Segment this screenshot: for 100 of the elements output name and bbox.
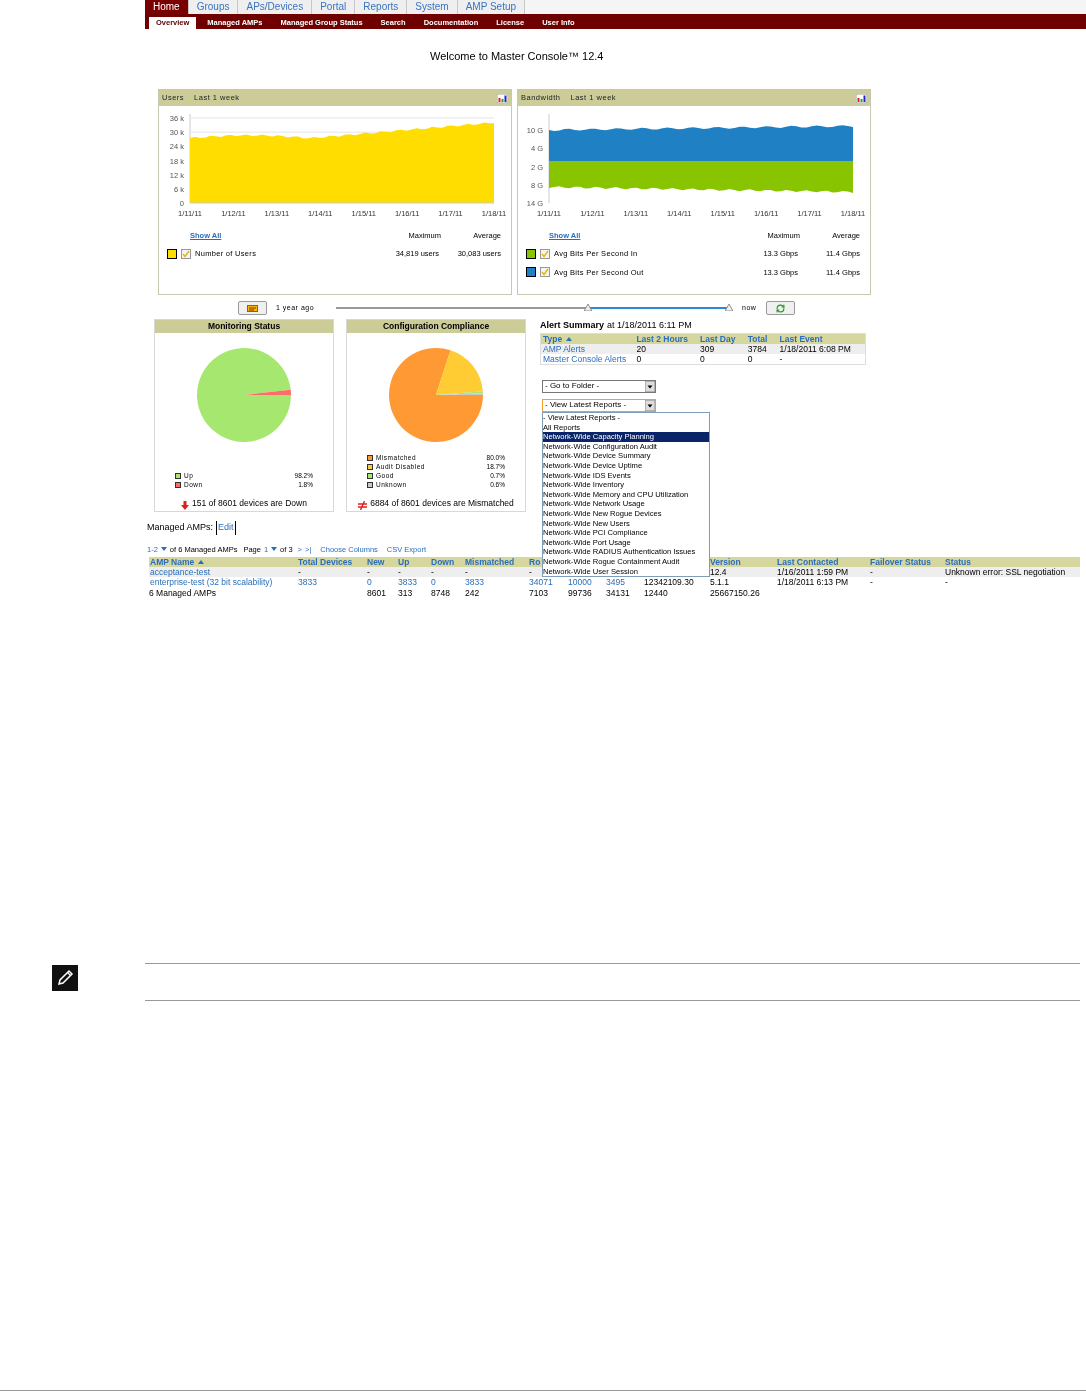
checkbox[interactable]: [540, 248, 550, 259]
refresh-button[interactable]: [766, 301, 795, 315]
table-cell: -: [465, 566, 468, 577]
table-cell: 25667150.26: [710, 587, 760, 598]
table-cell: 8748: [431, 587, 450, 598]
alert-summary-title: Alert Summary: [540, 319, 605, 332]
table-link[interactable]: 10000: [568, 577, 592, 588]
column-header[interactable]: Ro: [529, 556, 541, 567]
refresh-icon: [776, 303, 785, 313]
table-cell: -: [870, 566, 873, 577]
table-link[interactable]: 3833: [298, 577, 317, 588]
table-link[interactable]: 34071: [529, 577, 553, 588]
slider-thumb[interactable]: [725, 304, 733, 311]
caret-down-icon[interactable]: [271, 547, 278, 552]
table-cell: -: [945, 577, 948, 588]
nav-tab[interactable]: Reports: [355, 0, 408, 14]
table-cell: 34131: [606, 587, 630, 598]
column-header[interactable]: Up: [398, 556, 410, 567]
table-cell: 20: [636, 343, 646, 354]
table-cell: 12.4: [710, 566, 727, 577]
panel-title: Monitoring Status: [155, 320, 333, 333]
down-arrow-icon: [181, 501, 190, 510]
column-header[interactable]: Status: [945, 556, 971, 567]
table-cell: 313: [398, 587, 413, 598]
table-cell: 242: [465, 587, 480, 598]
table-link[interactable]: 0: [431, 577, 436, 588]
nav-tab[interactable]: Portal: [312, 0, 356, 14]
table-cell: 0: [700, 353, 705, 364]
column-header[interactable]: Total Devices: [298, 556, 353, 567]
table-cell: -: [529, 566, 532, 577]
slider-thumb[interactable]: [583, 304, 592, 311]
table-cell: Unknown error: SSL negotiation: [945, 566, 1066, 577]
table-cell: 7103: [529, 587, 548, 598]
table-cell: 0: [636, 353, 642, 364]
table-cell: 309: [700, 343, 715, 354]
welcome-title: Welcome to Master Console™ 12.4: [430, 50, 604, 62]
not-equal-icon: [358, 501, 368, 510]
column-header[interactable]: Last Day: [700, 333, 736, 344]
nav-tab[interactable]: AMP Setup: [457, 0, 526, 14]
checkbox[interactable]: [540, 267, 550, 278]
nav-tab[interactable]: Home: [145, 0, 189, 14]
table-cell: 1/18/2011 6:08 PM: [779, 343, 851, 354]
bar-chart-icon[interactable]: [497, 93, 508, 103]
calendar-icon: [247, 304, 258, 312]
table-link[interactable]: 3495: [606, 577, 625, 588]
table-link[interactable]: enterprise-test (32 bit scalability): [150, 577, 273, 588]
panel-title: Configuration Compliance: [347, 320, 525, 333]
table-link[interactable]: 3833: [465, 577, 484, 588]
table-link[interactable]: 0: [367, 577, 372, 588]
total-label: 6 Managed AMPs: [149, 587, 217, 598]
alert-summary-time: at 1/18/2011 6:11 PM: [607, 319, 692, 332]
column-header[interactable]: Type: [543, 333, 563, 344]
table-cell: 1/16/2011 1:59 PM: [777, 566, 849, 577]
table-cell: -: [398, 566, 401, 577]
table-cell: 99736: [568, 587, 592, 598]
table-cell: -: [298, 566, 301, 577]
sort-caret-icon: [198, 559, 205, 564]
pencil-icon: [52, 965, 78, 991]
calendar-button[interactable]: [238, 301, 267, 315]
nav-tab[interactable]: Groups: [188, 0, 239, 14]
column-header[interactable]: AMP Name: [150, 556, 195, 567]
column-header[interactable]: Failover Status: [870, 556, 931, 567]
sort-caret-icon: [566, 336, 573, 341]
summary-text: 151 of 8601 devices are Down: [192, 497, 307, 510]
dropdown-arrow-icon: [645, 380, 655, 392]
folder-select[interactable]: - Go to Folder -: [542, 379, 656, 393]
table-cell: 1/18/2011 6:13 PM: [777, 577, 849, 588]
table-cell: 5.1.1: [710, 577, 729, 588]
column-header[interactable]: Down: [431, 556, 455, 567]
dropdown-arrow-icon: [645, 399, 655, 411]
table-cell: 0: [747, 353, 753, 364]
alert-type-link[interactable]: Master Console Alerts: [543, 353, 627, 364]
table-link[interactable]: acceptance-test: [150, 566, 210, 577]
nav-tab[interactable]: System: [407, 0, 458, 14]
bar-chart-icon[interactable]: [856, 93, 867, 103]
column-header[interactable]: Version: [710, 556, 741, 567]
caret-down-icon[interactable]: [160, 547, 167, 552]
column-header[interactable]: Last Contacted: [777, 556, 839, 567]
table-cell: -: [431, 566, 434, 577]
nav-tab[interactable]: APs/Devices: [238, 0, 313, 14]
column-header[interactable]: Last Event: [779, 333, 823, 344]
column-header[interactable]: New: [367, 556, 385, 567]
reports-select[interactable]: - View Latest Reports -: [542, 398, 656, 412]
table-link[interactable]: 3833: [398, 577, 417, 588]
table-cell: -: [870, 577, 873, 588]
time-slider[interactable]: [336, 302, 736, 314]
summary-text: 6884 of 8601 devices are Mismatched: [370, 497, 514, 510]
column-header[interactable]: Last 2 Hours: [636, 333, 688, 344]
column-header[interactable]: Mismatched: [465, 556, 515, 567]
section-title: Managed AMPs:: [147, 521, 214, 534]
table-cell: 12342109.30: [644, 577, 694, 588]
column-header[interactable]: Total: [747, 333, 768, 344]
table-cell: -: [779, 353, 783, 364]
alert-type-link[interactable]: AMP Alerts: [543, 343, 585, 354]
checkbox[interactable]: [181, 248, 191, 259]
table-cell: 8601: [367, 587, 386, 598]
edit-link[interactable]: Edit: [216, 521, 236, 535]
table-cell: 3784: [747, 343, 767, 354]
table-cell: 12440: [644, 587, 668, 598]
table-cell: -: [367, 566, 370, 577]
